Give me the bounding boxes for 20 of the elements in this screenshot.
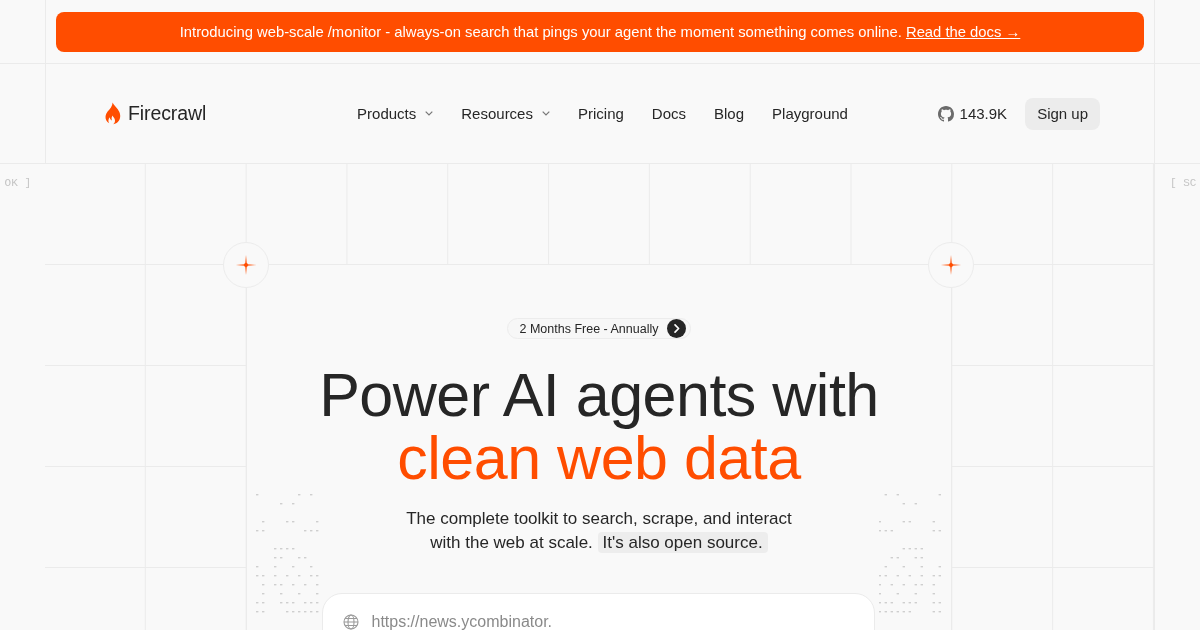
announcement-text: Introducing web-scale /monitor - always-on search that pings your agent the moment something comes online. Read the docs →: [179, 24, 1021, 40]
nav-link[interactable]: Products: [357, 105, 434, 122]
promo-badge[interactable]: 2 Months Free - Annually: [506, 318, 692, 339]
nav-link[interactable]: Playground: [772, 105, 848, 122]
sign-up-button[interactable]: Sign up: [1025, 97, 1100, 130]
github-stars-link[interactable]: 143.9K: [937, 105, 1008, 122]
logo-wordmark[interactable]: Firecrawl: [128, 102, 207, 125]
globe-icon: [343, 614, 360, 630]
nav-link[interactable]: Resources: [461, 105, 550, 122]
chevron-down-icon: [541, 111, 550, 116]
headline: Power AI agents with: [319, 364, 879, 427]
nav-link[interactable]: Blog: [714, 105, 745, 122]
url-input-field[interactable]: https://news.ycombinator.: [371, 613, 772, 630]
chevron-down-icon: [425, 111, 434, 116]
flame-icon[interactable]: [105, 102, 122, 125]
hero-subtitle: The complete toolkit to search, scrape, and interact with the web at scale. It's also open source.: [405, 508, 793, 555]
nav-link[interactable]: Docs: [651, 105, 686, 122]
nav-link[interactable]: Pricing: [577, 105, 624, 122]
arrow-circle-icon: [667, 319, 687, 338]
github-icon: [937, 105, 954, 122]
